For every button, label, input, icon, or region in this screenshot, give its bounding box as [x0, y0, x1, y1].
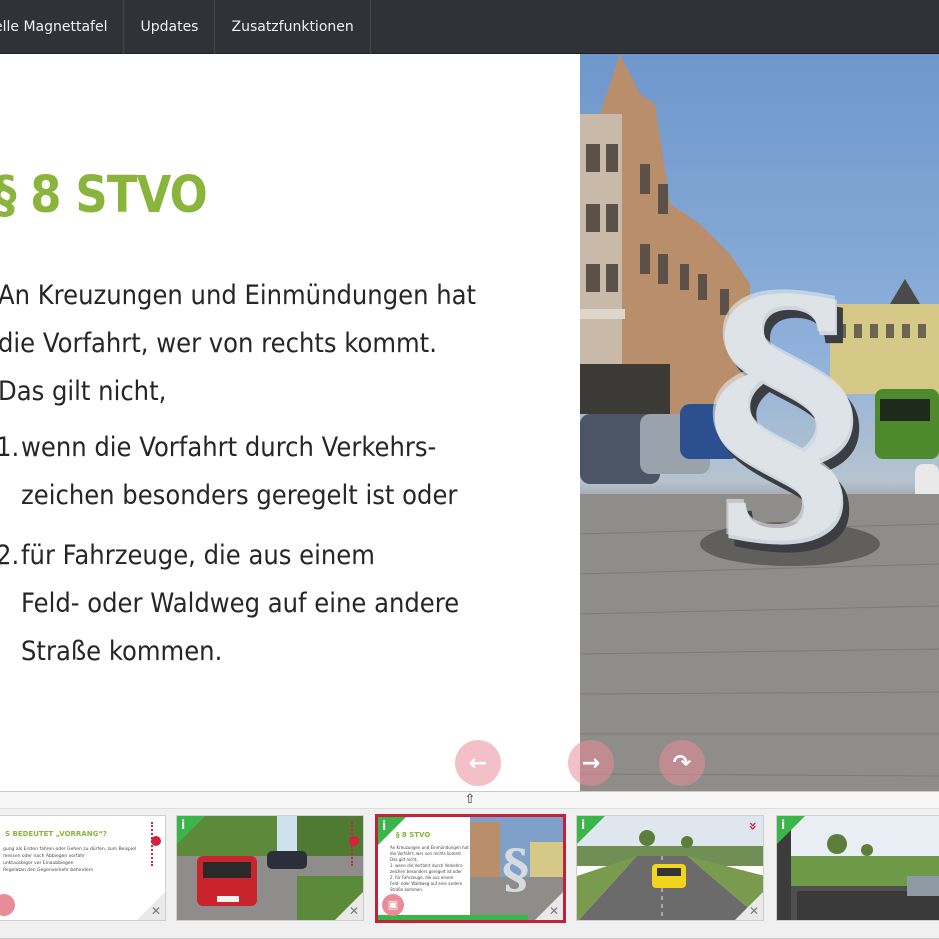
progress-bar: [378, 915, 528, 920]
slide-thumbnail[interactable]: i » ✕: [576, 815, 764, 921]
list-item-1: wenn die Vorfahrt durch Verkehrs- zeiche…: [21, 424, 457, 520]
red-dot-icon: [151, 836, 161, 846]
thumbnail-line: messen oder nach Abbiegen vorfahr: [3, 854, 85, 859]
svg-text:§: §: [502, 839, 529, 900]
slide-thumbnail[interactable]: i ✕: [176, 815, 364, 921]
paragraph-line: An Kreuzungen und Einmündungen hat: [0, 280, 477, 311]
info-icon: i: [382, 819, 387, 833]
thumbnail-strip-handle[interactable]: ⇧: [0, 791, 939, 809]
image-toggle-icon[interactable]: ▣: [382, 894, 404, 916]
previous-slide-button[interactable]: ←: [455, 740, 501, 786]
info-icon: i: [581, 818, 586, 832]
info-icon: i: [181, 818, 186, 832]
redo-arrow-icon: ↷: [672, 750, 692, 776]
close-icon[interactable]: ✕: [151, 904, 161, 918]
close-icon[interactable]: ✕: [349, 904, 359, 918]
street-photo: § § §: [580, 54, 939, 791]
nav-item-magnettafel[interactable]: elle Magnettafel: [0, 0, 125, 54]
nav-item-updates[interactable]: Updates: [124, 0, 216, 54]
list-line: Feld- oder Waldweg auf eine andere: [21, 588, 460, 619]
list-line: wenn die Vorfahrt durch Verkehrs-: [21, 432, 437, 463]
red-dot-icon: [349, 836, 359, 846]
double-chevron-down-icon[interactable]: »: [744, 821, 760, 830]
list-number: 1.: [0, 432, 20, 463]
thumbnail-strip: S BEDEUTET „VORRANG“? gung als Ersten fa…: [0, 809, 939, 939]
next-slide-button[interactable]: →: [568, 740, 614, 786]
thumbnail-title: § 8 STVO: [396, 831, 431, 839]
thumbnail-line: unktausbiger vor Einaubbiegen: [3, 861, 74, 866]
paragraph-line: die Vorfahrt, wer von rechts kommt.: [0, 328, 437, 359]
slide-thumbnail-active[interactable]: § i § 8 STVO An Kreuzungen und Einmündun…: [375, 814, 566, 923]
image-toggle-icon[interactable]: [0, 894, 15, 916]
slide-stage: § 8 STVO An Kreuzungen und Einmündungen …: [0, 54, 939, 791]
info-icon: i: [781, 818, 786, 832]
close-icon[interactable]: ✕: [749, 904, 759, 918]
thumbnail-text: gung als Ersten fahren oder Gehen zu dür…: [3, 846, 136, 874]
slide-text-panel: § 8 STVO An Kreuzungen und Einmündungen …: [0, 54, 580, 791]
arrow-right-icon: →: [581, 750, 601, 776]
slide-thumbnail[interactable]: i: [776, 815, 939, 921]
list-line: zeichen besonders geregelt ist oder: [21, 480, 458, 511]
collapse-strip-icon[interactable]: ⇧: [462, 792, 478, 808]
list-item-2: für Fahrzeuge, die aus einem Feld- oder …: [21, 532, 459, 676]
thumbnail-line: Straße kommen.: [390, 887, 424, 892]
slide-paragraph: An Kreuzungen und Einmündungen hat die V…: [0, 272, 476, 416]
slide-thumbnail[interactable]: S BEDEUTET „VORRANG“? gung als Ersten fa…: [0, 815, 166, 921]
paragraph-line: Das gilt nicht,: [0, 376, 167, 407]
list-line: Straße kommen.: [21, 636, 223, 667]
list-number: 2.: [0, 540, 20, 571]
thumbnail-line: gung als Ersten fahren oder Gehen zu dür…: [3, 847, 137, 852]
street-scene-illustration: § § §: [580, 54, 939, 791]
arrow-left-icon: ←: [468, 750, 488, 776]
thumbnail-text: An Kreuzungen und Einmündungen hat die V…: [390, 845, 469, 893]
top-navigation: elle Magnettafel Updates Zusatzfunktione…: [0, 0, 939, 54]
thumbnail-title: S BEDEUTET „VORRANG“?: [5, 830, 107, 838]
slide-title: § 8 STVO: [0, 166, 208, 225]
thumbnail-line: Regelatan den Gegenverkehr behindern: [3, 868, 94, 873]
close-icon[interactable]: ✕: [549, 904, 559, 918]
svg-text:§: §: [704, 230, 861, 583]
list-line: für Fahrzeuge, die aus einem: [21, 540, 375, 571]
forward-button[interactable]: ↷: [659, 740, 705, 786]
nav-item-zusatzfunktionen[interactable]: Zusatzfunktionen: [215, 0, 371, 54]
